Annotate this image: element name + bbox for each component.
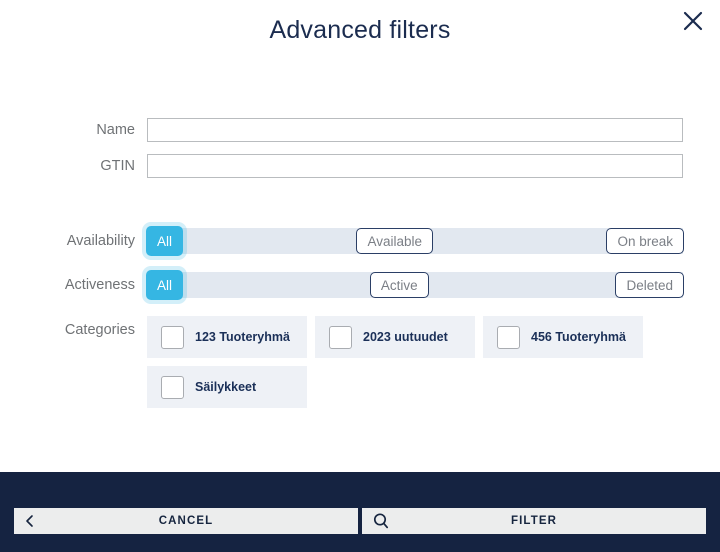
page-title: Advanced filters xyxy=(0,16,720,45)
close-icon xyxy=(682,10,704,37)
name-input[interactable] xyxy=(147,118,683,142)
category-item-456-tuoteryhma[interactable]: 456 Tuoteryhmä xyxy=(483,316,643,358)
category-item-123-tuoteryhma[interactable]: 123 Tuoteryhmä xyxy=(147,316,307,358)
category-item-2023-uutuudet[interactable]: 2023 uutuudet xyxy=(315,316,475,358)
filter-button-label: FILTER xyxy=(362,515,706,527)
footer-button-group: CANCEL FILTER xyxy=(14,508,706,534)
gtin-input[interactable] xyxy=(147,154,683,178)
gtin-field-row: GTIN xyxy=(0,154,720,178)
activeness-option-all[interactable]: All xyxy=(146,270,183,300)
categories-label: Categories xyxy=(55,316,147,338)
cancel-button[interactable]: CANCEL xyxy=(14,508,358,534)
gtin-label: GTIN xyxy=(55,158,147,174)
filter-button[interactable]: FILTER xyxy=(362,508,706,534)
name-field-row: Name xyxy=(0,118,720,142)
category-checkbox[interactable] xyxy=(161,326,184,349)
category-label: 2023 uutuudet xyxy=(363,330,448,344)
name-label: Name xyxy=(55,122,147,138)
activeness-option-deleted[interactable]: Deleted xyxy=(615,272,684,298)
availability-option-all[interactable]: All xyxy=(146,226,183,256)
filters-form: Name GTIN Availability All Available On … xyxy=(0,62,720,472)
dialog-footer: CANCEL FILTER xyxy=(0,472,720,552)
availability-label: Availability xyxy=(55,233,147,249)
activeness-segmented-control: All Active Deleted xyxy=(147,272,683,298)
availability-segmented-control: All Available On break xyxy=(147,228,683,254)
category-checkbox[interactable] xyxy=(497,326,520,349)
categories-field-row: Categories 123 Tuoteryhmä 2023 uutuudet … xyxy=(0,316,720,408)
categories-grid: 123 Tuoteryhmä 2023 uutuudet 456 Tuotery… xyxy=(147,316,683,408)
search-icon xyxy=(372,512,390,530)
availability-option-on-break[interactable]: On break xyxy=(606,228,684,254)
chevron-left-icon xyxy=(24,514,36,528)
activeness-option-active[interactable]: Active xyxy=(370,272,429,298)
close-button[interactable] xyxy=(680,10,706,36)
cancel-button-label: CANCEL xyxy=(14,515,358,527)
category-checkbox[interactable] xyxy=(161,376,184,399)
availability-field-row: Availability All Available On break xyxy=(0,228,720,254)
category-item-sailykkeet[interactable]: Säilykkeet xyxy=(147,366,307,408)
category-label: 456 Tuoteryhmä xyxy=(531,330,626,344)
availability-option-available[interactable]: Available xyxy=(356,228,433,254)
category-label: Säilykkeet xyxy=(195,380,256,394)
dialog-header: Advanced filters xyxy=(0,0,720,62)
activeness-field-row: Activeness All Active Deleted xyxy=(0,272,720,298)
category-checkbox[interactable] xyxy=(329,326,352,349)
category-label: 123 Tuoteryhmä xyxy=(195,330,290,344)
activeness-label: Activeness xyxy=(55,277,147,293)
